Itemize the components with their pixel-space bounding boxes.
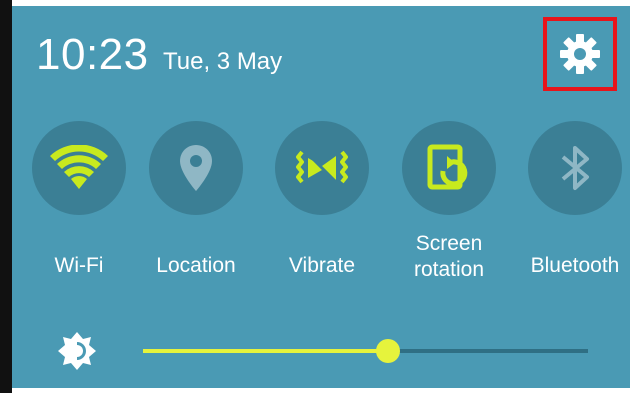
- toggle-screen-rotation-label: Screen rotation: [389, 231, 509, 283]
- vibrate-icon: [296, 150, 348, 184]
- bluetooth-icon: [561, 146, 589, 190]
- brightness-slider-thumb[interactable]: [375, 339, 400, 363]
- toggle-bluetooth[interactable]: [528, 121, 622, 215]
- toggle-wifi[interactable]: [32, 121, 126, 215]
- settings-button[interactable]: [543, 17, 617, 91]
- toggle-bluetooth-label: Bluetooth: [530, 254, 620, 277]
- toggle-wifi-label: Wi-Fi: [54, 254, 104, 277]
- brightness-icon: [58, 332, 96, 370]
- gear-icon: [560, 34, 600, 74]
- toggle-location[interactable]: [149, 121, 243, 215]
- toggle-screen-rotation-label-line2: rotation: [413, 258, 485, 281]
- screen-left-edge: [0, 0, 12, 393]
- clock-date: Tue, 3 May: [163, 48, 283, 75]
- toggle-vibrate[interactable]: [275, 121, 369, 215]
- screenshot-frame: 10:23 Tue, 3 May Wi-Fi Location Vibrate …: [0, 0, 630, 393]
- wifi-icon: [50, 145, 108, 189]
- quick-settings-panel: 10:23 Tue, 3 May Wi-Fi Location Vibrate …: [12, 6, 630, 388]
- toggle-screen-rotation[interactable]: [402, 121, 496, 215]
- toggle-screen-rotation-label-line1: Screen: [415, 232, 483, 255]
- brightness-slider[interactable]: [143, 339, 588, 363]
- brightness-slider-fill: [143, 349, 388, 353]
- toggle-location-label: Location: [156, 254, 236, 277]
- clock-time: 10:23: [36, 30, 149, 79]
- location-pin-icon: [180, 145, 212, 191]
- toggle-vibrate-label: Vibrate: [288, 254, 356, 277]
- screen-rotation-icon: [427, 144, 468, 190]
